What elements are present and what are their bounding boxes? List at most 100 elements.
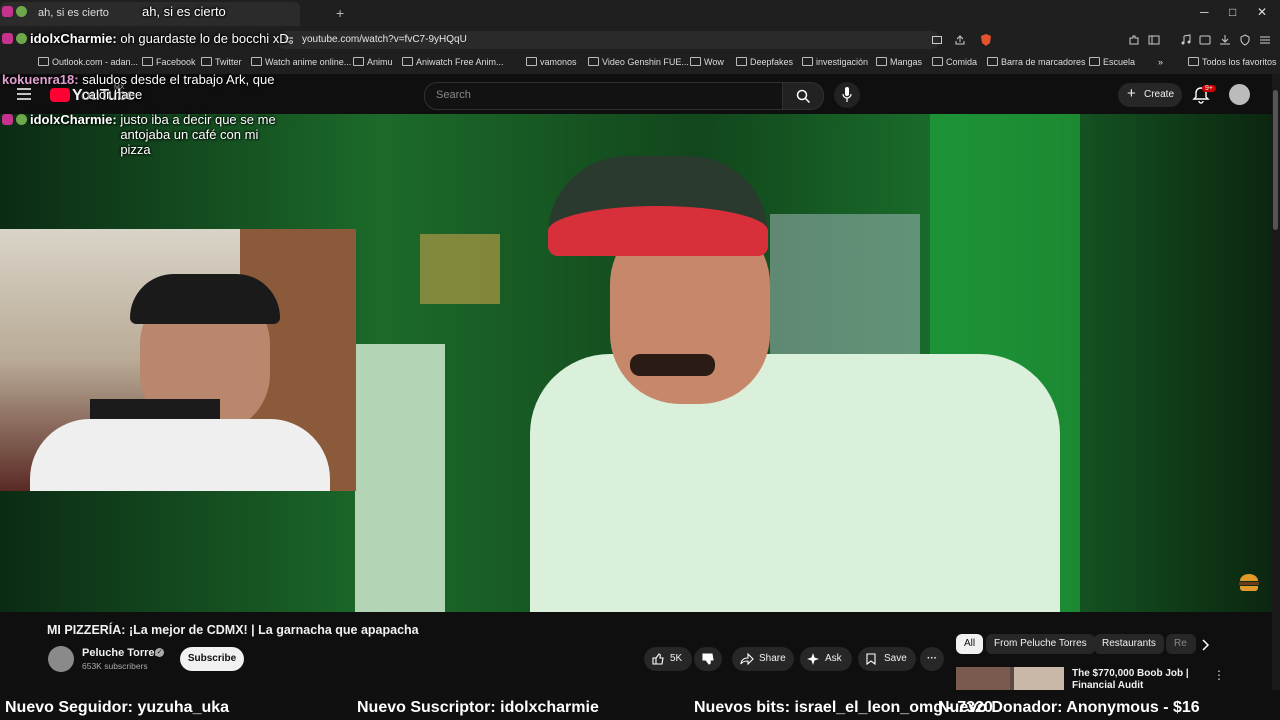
subscribe-button[interactable]: Subscribe — [180, 647, 244, 671]
webcam-headphones — [130, 274, 280, 324]
search-button[interactable] — [782, 82, 824, 110]
chat-line-3: kokuenra18: saludos desde el trabajo Ark… — [2, 72, 275, 102]
bookmark-folder-escuela[interactable]: Escuela — [1089, 57, 1135, 67]
vpn-icon[interactable] — [1239, 34, 1251, 46]
ticker-new-donation: Nuevo Donador: Anonymous - $16 — [938, 699, 1200, 716]
video-mustache — [630, 354, 715, 376]
microphone-icon — [842, 87, 852, 102]
folder-icon — [876, 57, 887, 66]
subscriber-count: 653K subscribers — [82, 661, 148, 671]
wallet-icon[interactable] — [1199, 34, 1211, 46]
emote-icon — [16, 6, 27, 17]
bookmark-folder-mangas[interactable]: Mangas — [876, 57, 922, 67]
bookmark-folder-barra[interactable]: Barra de marcadores — [987, 57, 1086, 67]
subscriber-badge-icon — [2, 114, 13, 125]
more-actions-button[interactable]: ··· — [920, 647, 944, 671]
like-button[interactable]: 5K — [644, 647, 692, 671]
bookmark-facebook[interactable]: Facebook — [142, 57, 196, 67]
share-button[interactable]: Share — [732, 647, 794, 671]
globe-icon — [353, 57, 364, 66]
chevron-right-icon[interactable] — [1201, 639, 1211, 651]
folder-icon — [526, 57, 537, 66]
recommended-video-menu-icon[interactable]: ⋮ — [1213, 668, 1225, 682]
emote-icon — [16, 114, 27, 125]
emote-icon — [16, 33, 27, 44]
search-icon — [796, 89, 810, 103]
close-window-button[interactable]: ✕ — [1257, 5, 1267, 19]
account-avatar[interactable] — [1229, 84, 1250, 105]
webcam-shirt — [30, 419, 330, 491]
ask-button[interactable]: Ask — [800, 647, 852, 671]
chip-from-channel[interactable]: From Peluche Torres — [986, 634, 1095, 654]
media-icon[interactable] — [1180, 34, 1192, 46]
video-cap-brim — [548, 206, 768, 256]
install-app-icon[interactable] — [932, 35, 942, 45]
bookmark-folder-investigacion[interactable]: investigación — [802, 57, 868, 67]
chip-restaurants[interactable]: Restaurants — [1094, 634, 1164, 654]
verified-check-icon: ✓ — [155, 648, 164, 657]
share-arrow-icon — [740, 653, 754, 665]
ticker-new-follower: Nuevo Seguidor: yuzuha_uka — [5, 699, 230, 716]
facebook-icon — [142, 57, 153, 66]
subscriber-badge-icon — [2, 6, 13, 17]
thumbnail-left-half — [956, 667, 1010, 690]
brave-shield-icon[interactable] — [979, 33, 993, 47]
folder-icon — [802, 57, 813, 66]
chip-truncated[interactable]: Re — [1166, 634, 1196, 654]
sparkle-icon — [807, 653, 819, 665]
notification-count-badge: 9+ — [1202, 85, 1216, 92]
streamer-webcam — [0, 229, 356, 491]
x-icon — [201, 57, 212, 66]
folder-icon — [736, 57, 747, 66]
video-neon-sign — [420, 234, 500, 304]
bookmarks-overflow-button[interactable]: » — [1158, 57, 1163, 67]
bookmark-outlook[interactable]: Outlook.com - adan... — [38, 57, 138, 67]
chat-line-2: idolxCharmie: oh guardaste lo de bocchi … — [2, 31, 390, 46]
bookmark-animu[interactable]: Animu — [353, 57, 393, 67]
bookmark-folder-comida[interactable]: Comida — [932, 57, 977, 67]
download-icon[interactable] — [1219, 34, 1231, 46]
folder-icon — [1188, 57, 1199, 66]
voice-search-button[interactable] — [834, 82, 860, 108]
recommended-video-thumbnail[interactable] — [956, 667, 1064, 690]
thumbs-down-icon — [702, 653, 714, 665]
extensions-icon[interactable] — [1128, 34, 1140, 46]
video-shirt — [530, 354, 1060, 612]
share-page-icon[interactable] — [955, 35, 965, 45]
menu-icon[interactable] — [1259, 34, 1271, 46]
create-button[interactable]: + Create — [1118, 83, 1182, 107]
bookmark-icon — [866, 653, 876, 665]
bookmark-aniwatch[interactable]: Aniwatch Free Anim... — [402, 57, 504, 67]
recommended-video-title[interactable]: The $770,000 Boob Job | Financial Audit — [1072, 668, 1204, 690]
like-count: 5K — [670, 653, 683, 664]
folder-icon — [588, 57, 599, 66]
subscriber-badge-icon — [2, 33, 13, 44]
channel-name[interactable]: Peluche Torres — [82, 647, 161, 659]
save-button[interactable]: Save — [858, 647, 916, 671]
chip-all[interactable]: All — [956, 634, 984, 654]
maximize-button[interactable]: □ — [1229, 5, 1236, 19]
thumbnail-right-half — [1014, 667, 1064, 690]
video-window — [770, 214, 920, 364]
page-scrollbar-thumb[interactable] — [1273, 90, 1278, 230]
sidebar-icon[interactable] — [1148, 34, 1160, 46]
folder-icon — [987, 57, 998, 66]
chat-line-4: idolxCharmie: justo iba a decir que se m… — [2, 112, 280, 157]
outlook-icon — [38, 57, 49, 66]
bookmark-folder-deepfakes[interactable]: Deepfakes — [736, 57, 793, 67]
minimize-button[interactable]: ─ — [1200, 5, 1209, 19]
folder-icon — [932, 57, 943, 66]
folder-icon — [690, 57, 701, 66]
search-input[interactable] — [424, 82, 784, 110]
dislike-button[interactable] — [694, 647, 722, 671]
new-tab-button[interactable]: + — [336, 5, 344, 21]
bookmark-folder-wow[interactable]: Wow — [690, 57, 724, 67]
bookmark-folder-genshin[interactable]: Video Genshin FUE... — [588, 57, 689, 67]
folder-icon — [1089, 57, 1100, 66]
channel-avatar[interactable] — [48, 646, 74, 672]
bookmark-folder-vamonos[interactable]: vamonos — [526, 57, 577, 67]
bookmark-watch-anime[interactable]: Watch anime online... — [251, 57, 351, 67]
channel-watermark-icon[interactable] — [1238, 572, 1260, 592]
all-bookmarks-folder[interactable]: Todos los favoritos — [1188, 57, 1277, 67]
bookmark-twitter[interactable]: Twitter — [201, 57, 242, 67]
